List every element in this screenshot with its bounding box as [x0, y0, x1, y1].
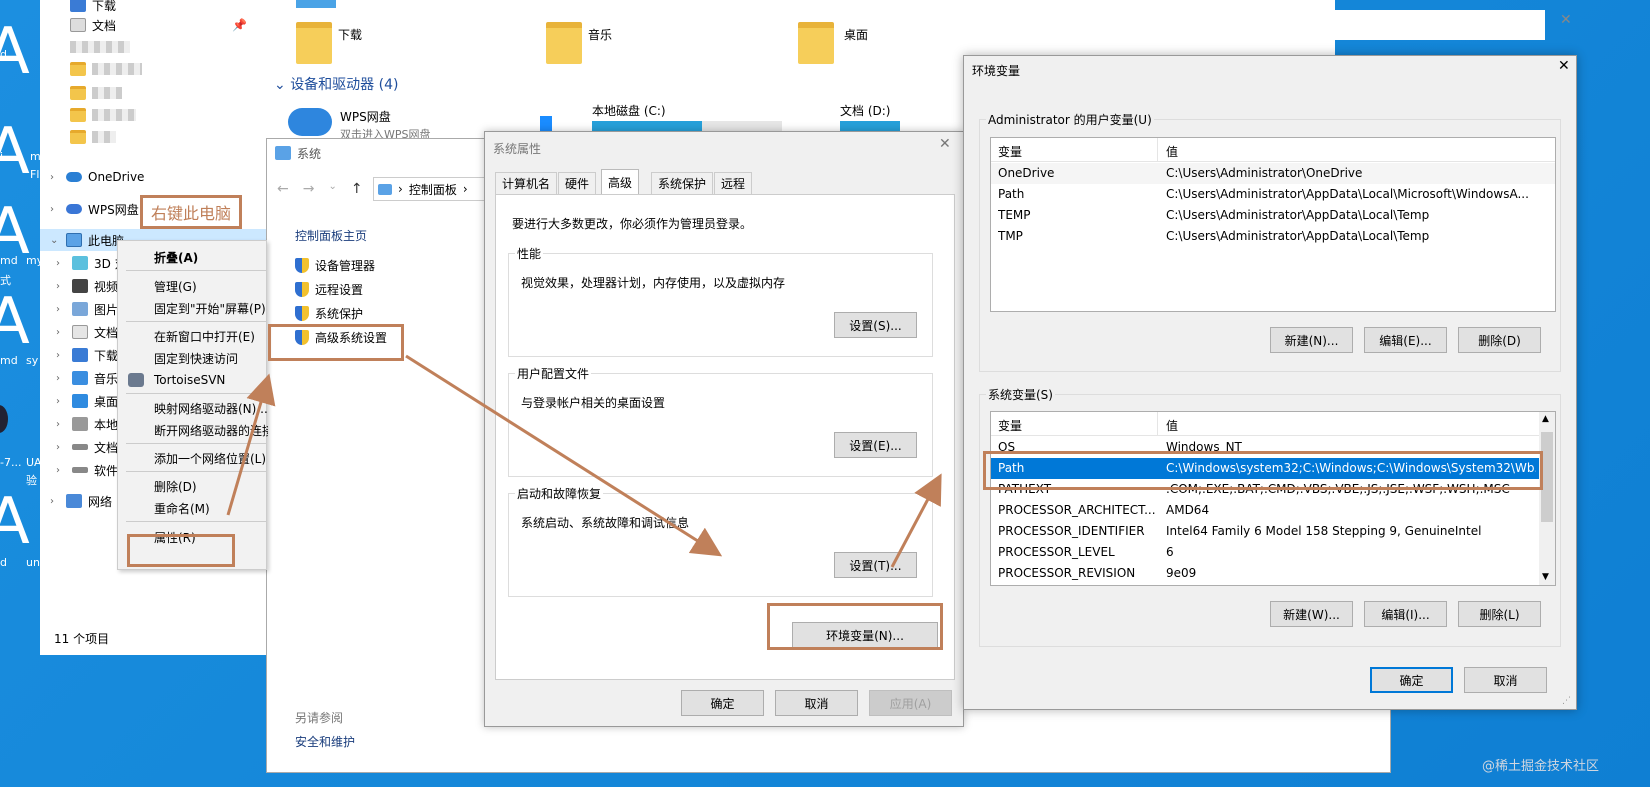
arrow-env-to-path: [890, 473, 942, 568]
watermark: @稀土掘金技术社区: [1482, 759, 1600, 774]
arrow-properties-to-system: [226, 373, 276, 516]
annotation-arrows: [226, 354, 942, 568]
arrow-advanced-to-dialog: [405, 354, 723, 557]
